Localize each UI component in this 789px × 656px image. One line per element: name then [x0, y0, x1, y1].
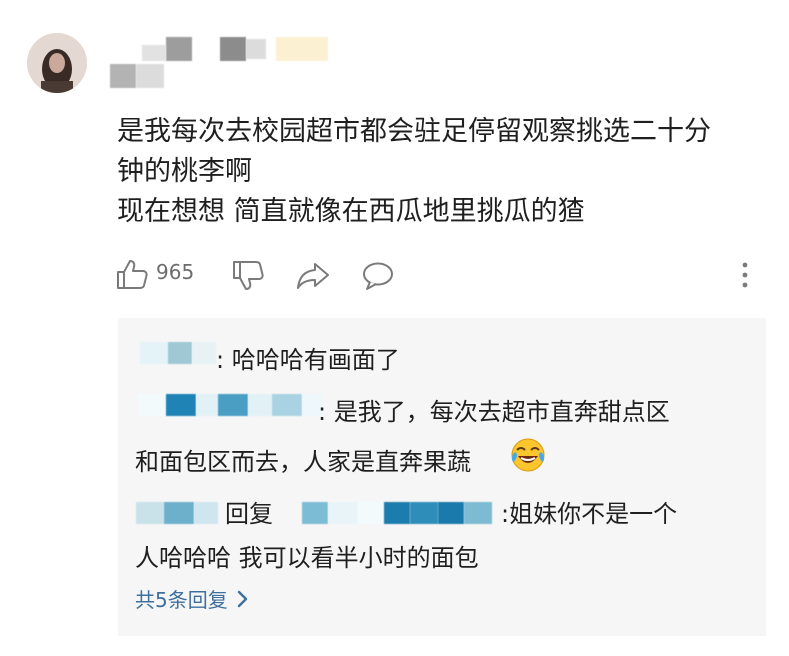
avatar[interactable]: [27, 33, 87, 93]
reply-text: : 哈哈哈有画面了: [216, 346, 400, 374]
comment-line: 是我每次去校园超市都会驻足停留观察挑选二十分: [117, 116, 711, 147]
reply-text-continued: 人哈哈哈 我可以看半小时的面包: [135, 544, 479, 572]
replies-panel: : 哈哈哈有画面了 : 是我了，每次去超市直奔甜点区 和面包区而去，人家是直奔果…: [118, 318, 766, 636]
thumbs-up-icon[interactable]: [115, 258, 149, 290]
view-more-replies-link[interactable]: 共5条回复: [135, 584, 250, 613]
comment-line: 钟的桃李啊: [117, 156, 252, 187]
avatar-image: [27, 33, 87, 93]
reply-text: : 是我了，每次去超市直奔甜点区: [318, 398, 670, 426]
thumbs-down-icon[interactable]: [231, 260, 265, 292]
more-replies-label: 共5条回复: [135, 588, 228, 612]
comment-body: 是我每次去校园超市都会驻足停留观察挑选二十分 钟的桃李啊 现在想想 简直就像在西…: [117, 112, 767, 232]
comment-line: 现在想想 简直就像在西瓜地里挑瓜的猹: [117, 196, 585, 227]
chevron-right-icon: [237, 590, 247, 607]
reply-text-continued: 和面包区而去，人家是直奔果蔬: [135, 448, 471, 476]
reply-text: :姐妹你不是一个: [501, 500, 678, 528]
share-icon[interactable]: [296, 262, 330, 290]
comment-actions: 965: [0, 255, 789, 295]
like-count: 965: [156, 260, 195, 284]
reply-to-label: 回复: [225, 500, 273, 528]
more-vertical-icon[interactable]: [740, 261, 750, 291]
laughing-crying-emoji-icon: [511, 438, 545, 472]
comment-icon[interactable]: [361, 261, 395, 291]
